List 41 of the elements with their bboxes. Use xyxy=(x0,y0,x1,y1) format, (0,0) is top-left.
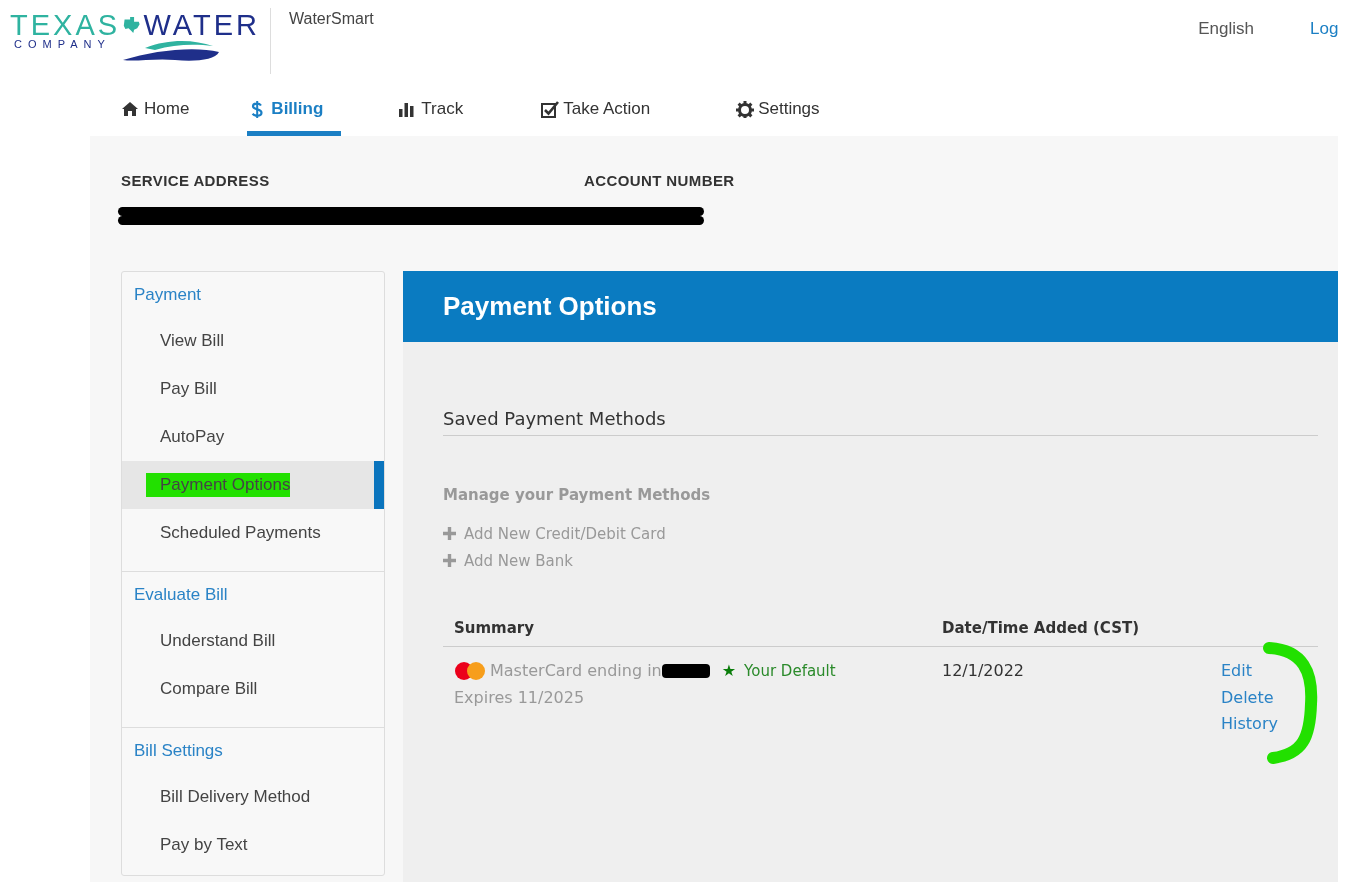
app-name: WaterSmart xyxy=(289,9,374,28)
nav-tab[interactable]: Settings xyxy=(734,82,822,136)
column-header: Summary xyxy=(453,619,536,637)
nav-tab[interactable]: Track xyxy=(397,82,466,136)
home-icon xyxy=(122,100,140,118)
default-label: Your Default xyxy=(744,661,836,682)
nav-tab[interactable]: Home xyxy=(120,82,192,136)
company-logo[interactable]: TEXAS WATER COMPANY xyxy=(10,0,260,68)
action-link[interactable]: History xyxy=(1221,711,1278,738)
card-expiry: Expires 11/2025 xyxy=(454,686,586,709)
sidebar-item[interactable]: Compare Bill xyxy=(122,665,384,713)
star-icon: ★ xyxy=(721,658,737,685)
sidebar-item[interactable]: Pay by Text xyxy=(122,821,384,869)
action-link[interactable]: Delete xyxy=(1221,684,1274,711)
section-title: Saved Payment Methods xyxy=(443,408,1318,436)
plus-icon xyxy=(443,527,456,540)
field-label: ACCOUNT NUMBER xyxy=(584,172,735,189)
subheading: Manage your Payment Methods xyxy=(443,486,712,504)
login-link[interactable]: Log xyxy=(1310,19,1349,39)
sidebar-item[interactable]: Bill Delivery Method xyxy=(122,773,384,821)
plus-icon xyxy=(443,554,456,567)
sidebar-item[interactable]: AutoPay xyxy=(122,413,384,461)
checkbox-icon xyxy=(541,100,560,118)
section-heading-link[interactable]: Evaluate Bill xyxy=(122,572,384,617)
section-heading-link[interactable]: Bill Settings xyxy=(122,728,384,773)
sidebar-item[interactable]: Understand Bill xyxy=(122,617,384,665)
language-link[interactable]: English xyxy=(1198,19,1254,39)
gear-icon xyxy=(736,100,755,118)
field-label: SERVICE ADDRESS xyxy=(121,172,271,189)
column-header: Date/Time Added (CST) xyxy=(942,619,1141,637)
panel-title: Payment Options xyxy=(443,291,657,322)
section-heading-link[interactable]: Payment xyxy=(122,272,384,317)
action-link[interactable]: Edit xyxy=(1221,658,1252,685)
sidebar-item[interactable]: Scheduled Payments xyxy=(122,509,384,557)
sidebar-item[interactable]: View Bill xyxy=(122,317,384,365)
sidebar-item[interactable]: Payment Options xyxy=(122,461,384,509)
sidebar-item[interactable]: Pay Bill xyxy=(122,365,384,413)
date-added: 12/1/2022 xyxy=(942,660,1026,682)
card-summary: MasterCard ending in xyxy=(490,660,662,682)
nav-tab[interactable]: Take Action xyxy=(539,82,653,136)
card-logo-icon xyxy=(454,661,486,682)
